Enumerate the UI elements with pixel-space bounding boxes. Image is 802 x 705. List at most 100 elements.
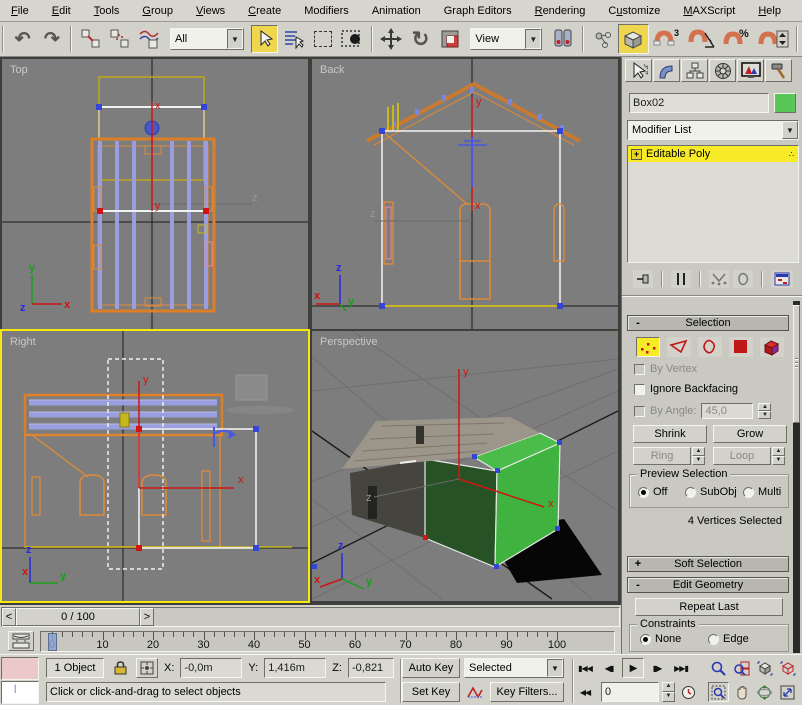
configure-modifier-sets-button[interactable] [771,270,793,288]
object-color-swatch[interactable] [774,93,796,113]
menu-item-modifiers[interactable]: Modifiers [301,3,352,19]
current-frame-input[interactable] [605,686,655,698]
viewport-right[interactable]: y x z x y Right [0,329,310,603]
by-angle-spinner[interactable]: ▲ ▼ [758,403,772,419]
preview-multi-radio[interactable] [743,486,754,498]
viewport-top[interactable]: z x y y x z Top [2,59,308,329]
z-coord-input[interactable] [351,662,390,674]
rollout-selection-header[interactable]: - Selection [627,315,789,331]
snaps-3d-button[interactable]: 3 [651,25,684,53]
toolbar-handle[interactable] [2,26,4,52]
percent-snap-button[interactable]: % [721,25,754,53]
preview-subobj-radio[interactable] [685,486,696,498]
default-tangent-button[interactable] [464,682,486,702]
x-coord-field[interactable] [180,658,243,678]
angle-snap-button[interactable] [686,25,719,53]
min-max-toggle-button[interactable] [777,682,798,702]
zoom-region-button[interactable] [708,682,729,702]
play-button[interactable]: ▶ [622,658,644,678]
menu-item-maxscript[interactable]: MAXScript [680,3,738,19]
remove-modifier-button[interactable] [733,270,753,288]
object-name-field[interactable] [629,93,769,113]
viewport-perspective[interactable]: y x z z x y Perspective [312,331,618,601]
absolute-offset-toggle[interactable] [136,658,158,678]
menu-item-group[interactable]: Group [139,3,176,19]
x-coord-input[interactable] [184,662,239,674]
menu-item-edit[interactable]: Edit [49,3,74,19]
loop-spinner[interactable]: ▲ ▼ [772,447,785,465]
by-angle-checkbox[interactable] [634,405,645,417]
object-name-input[interactable] [633,97,765,109]
pan-button[interactable] [731,682,752,702]
by-angle-input[interactable] [705,405,750,417]
tab-hierarchy[interactable] [681,59,708,82]
menu-item-animation[interactable]: Animation [369,3,424,19]
border-mode-button[interactable] [698,337,722,357]
vertex-mode-button[interactable] [636,337,660,357]
menu-item-tools[interactable]: Tools [91,3,123,19]
modifier-list-dropdown[interactable]: Modifier List ▼ [627,120,799,140]
previous-frame-button[interactable]: ◀▮ [598,658,620,678]
arc-rotate-button[interactable] [754,682,775,702]
go-to-start-button[interactable]: ▮◀◀ [574,658,596,678]
menu-item-rendering[interactable]: Rendering [532,3,589,19]
track-bar-ruler[interactable]: 0102030405060708090100 [40,630,615,652]
rollout-edit-geometry-header[interactable]: - Edit Geometry [627,577,789,593]
unlink-button[interactable] [107,25,134,53]
zoom-extents-all-button[interactable] [777,658,798,678]
constraints-edge-radio[interactable] [708,633,719,645]
by-vertex-checkbox[interactable] [634,363,645,375]
grow-button[interactable]: Grow [713,425,787,443]
select-move-button[interactable] [378,25,405,53]
key-mode-toggle[interactable]: ◀◀ [574,682,596,702]
current-frame-marker[interactable] [48,632,57,651]
menu-item-help[interactable]: Help [755,3,784,19]
time-configuration-button[interactable] [678,682,698,702]
select-manipulate-button[interactable] [589,25,616,53]
tab-modify[interactable] [653,59,680,82]
menu-item-create[interactable]: Create [245,3,284,19]
select-rotate-button[interactable]: ↻ [407,25,434,53]
rectangular-selection-button[interactable] [309,25,336,53]
ignore-backfacing-checkbox[interactable] [634,383,645,395]
bind-spacewarp-button[interactable] [136,25,163,53]
link-button[interactable] [77,25,104,53]
by-angle-field[interactable] [701,403,754,419]
stack-item-editable-poly[interactable]: + Editable Poly ∴ [628,146,798,162]
time-next-button[interactable]: > [140,608,154,626]
key-filter-dropdown[interactable]: Selected ▼ [464,658,564,678]
constraints-none-radio[interactable] [640,633,651,645]
expand-icon[interactable]: + [631,148,642,160]
menu-item-views[interactable]: Views [193,3,228,19]
window-crossing-button[interactable] [339,25,366,53]
snaps-toggle-button[interactable] [617,24,649,54]
menu-item-customize[interactable]: Customize [605,3,663,19]
maxscript-listener-pink[interactable] [1,657,39,680]
z-coord-field[interactable] [347,658,394,678]
preview-off-radio[interactable] [638,486,649,498]
spinner-snap-button[interactable] [756,25,791,53]
ring-spinner[interactable]: ▲ ▼ [692,447,705,465]
auto-key-button[interactable]: Auto Key [402,658,460,678]
pin-stack-button[interactable] [633,270,653,288]
y-coord-field[interactable] [264,658,327,678]
selection-lock-button[interactable] [110,658,130,678]
tab-motion[interactable] [709,59,736,82]
set-key-button[interactable]: Set Key [402,682,460,702]
panel-scrollbar-thumb[interactable] [793,305,800,423]
modifier-stack[interactable]: + Editable Poly ∴ [627,145,799,263]
viewport-back[interactable]: z y x z x y Back [312,59,618,329]
key-filters-button[interactable]: Key Filters... [490,682,564,702]
current-frame-field[interactable] [601,682,659,702]
use-center-button[interactable] [549,25,576,53]
maxscript-listener-white[interactable]: | [1,681,39,704]
rollout-soft-selection-header[interactable]: + Soft Selection [627,556,789,572]
frame-spinner[interactable]: ▲ ▼ [662,682,675,702]
select-object-button[interactable] [250,25,279,53]
tab-display[interactable] [737,59,764,82]
element-mode-button[interactable] [760,337,784,357]
repeat-last-button[interactable]: Repeat Last [635,598,783,616]
zoom-button[interactable] [708,658,729,678]
time-prev-button[interactable]: < [2,608,16,626]
tab-utilities[interactable] [765,59,792,82]
